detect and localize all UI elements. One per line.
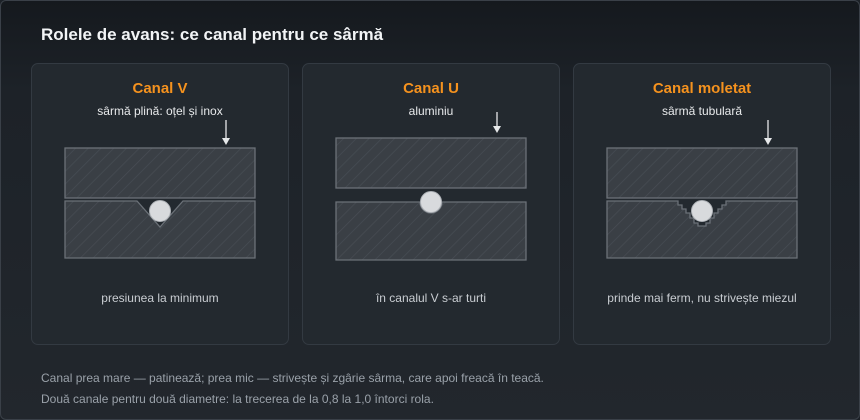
arrow-down-icon: [764, 120, 772, 145]
diagram-frame: Rolele de avans: ce canal pentru ce sârm…: [0, 0, 860, 420]
arrow-down-icon: [222, 120, 230, 145]
wire-cross-section: [420, 191, 442, 213]
card-caption: în canalul V s-ar turti: [375, 291, 487, 305]
upper-roll: [64, 147, 256, 199]
upper-roll: [335, 137, 527, 189]
upper-roll: [606, 147, 798, 199]
footer-note-1: Canal prea mare — patinează; prea mic — …: [41, 371, 544, 385]
card-canal-u: Canal U aluminiu în canalul V s-ar turti: [302, 63, 560, 345]
footer-note-2: Două canale pentru două diametre: la tre…: [41, 392, 434, 406]
wire-cross-section: [149, 200, 171, 222]
wire-cross-section: [691, 200, 713, 222]
page-title: Rolele de avans: ce canal pentru ce sârm…: [41, 25, 384, 44]
card-caption: prinde mai ferm, nu strivește miezul: [607, 291, 797, 305]
arrow-down-icon: [493, 112, 501, 133]
card-caption: presiunea la minimum: [101, 291, 219, 305]
card-canal-moletat: Canal moletat sârmă tubulară prinde mai …: [573, 63, 831, 345]
card-canal-v: Canal V sârmă plină: oțel și inox presiu…: [31, 63, 289, 345]
